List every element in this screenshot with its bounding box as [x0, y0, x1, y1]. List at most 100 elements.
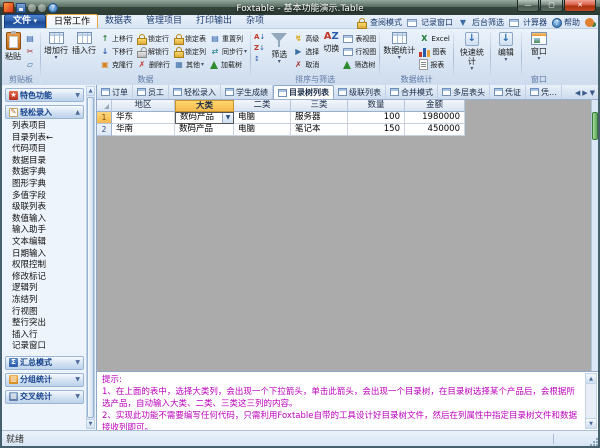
sidebar-item-graphic-dictionary[interactable]: 图形字典: [5, 179, 84, 191]
column-header-region[interactable]: 地区: [112, 100, 175, 112]
people-icon[interactable]: [585, 18, 594, 27]
table-view-button[interactable]: 表视图: [341, 32, 378, 45]
scroll-down-arrow[interactable]: ▼: [586, 418, 596, 428]
scrollbar-thumb[interactable]: [87, 97, 94, 418]
lookup-mode-tool[interactable]: 查阅模式: [357, 17, 402, 28]
insert-row-button[interactable]: 插入行: [70, 30, 98, 74]
scroll-up-arrow[interactable]: ▲: [586, 374, 596, 384]
undo-icon[interactable]: [28, 4, 36, 12]
column-header-category[interactable]: 大类: [175, 100, 234, 112]
lock-row-button[interactable]: 锁定行: [135, 32, 172, 45]
table-tab-voucher-2[interactable]: 凭…: [526, 85, 562, 99]
file-menu-button[interactable]: 文件: [4, 14, 46, 28]
table-tab-multi-header[interactable]: 多层表头: [438, 85, 490, 99]
column-header-quantity[interactable]: 数量: [348, 100, 405, 112]
app-icon[interactable]: [3, 2, 14, 13]
sidebar-item-cascade-list[interactable]: 级联列表: [5, 202, 84, 214]
cell-quantity[interactable]: 150: [348, 124, 405, 136]
column-header-amount[interactable]: 金额: [405, 100, 465, 112]
sidebar-panel-cross-statistics[interactable]: ▦ 交叉统计 ▼: [5, 390, 84, 404]
sidebar-item-freeze-column[interactable]: 冻结列: [5, 295, 84, 307]
sidebar-item-data-dictionary[interactable]: 数据字典: [5, 167, 84, 179]
cell-quantity[interactable]: 100: [348, 112, 405, 124]
select-filter-button[interactable]: ▶选择: [291, 45, 321, 58]
redo-icon[interactable]: [38, 4, 46, 12]
sort-desc-button[interactable]: Z↓: [252, 43, 267, 54]
sidebar-item-row-view[interactable]: 行视图: [5, 307, 84, 319]
column-header-subcategory[interactable]: 二类: [234, 100, 291, 112]
lock-column-button[interactable]: 锁定列: [172, 45, 208, 58]
advanced-filter-button[interactable]: ↯高级: [291, 32, 321, 45]
move-row-up-button[interactable]: ↑上移行: [98, 32, 135, 45]
cell-category[interactable]: 数码产品: [175, 124, 234, 136]
sidebar-scrollbar[interactable]: ▲ ▼: [86, 86, 95, 429]
save-icon[interactable]: [16, 3, 26, 13]
filter-button[interactable]: 筛选: [267, 30, 291, 74]
sidebar-item-input-helper[interactable]: 输入助手: [5, 225, 84, 237]
tab-scroll-left-icon[interactable]: ◀: [575, 89, 580, 97]
custom-sort-button[interactable]: ↕: [252, 54, 267, 65]
cell-region[interactable]: 华南: [112, 124, 175, 136]
clone-row-button[interactable]: ▣克隆行: [98, 58, 135, 71]
report-button[interactable]: 报表: [417, 58, 452, 71]
sidebar-item-permission-control[interactable]: 权限控制: [5, 260, 84, 272]
sidebar-item-data-directory[interactable]: 数据目录: [5, 156, 84, 168]
scroll-up-arrow[interactable]: ▲: [87, 87, 94, 96]
sync-row-button[interactable]: ⇄同步行▾: [208, 45, 249, 58]
sidebar-item-code-project[interactable]: 代码项目: [5, 144, 84, 156]
table-tab-orders[interactable]: 订单: [97, 85, 133, 99]
sidebar-item-directory-list[interactable]: 目录列表←: [5, 133, 84, 145]
tab-list-icon[interactable]: ▼: [590, 89, 595, 97]
cell-third-category[interactable]: 笔记本: [291, 124, 348, 136]
sidebar-item-numeric-input[interactable]: 数值输入: [5, 214, 84, 226]
cancel-filter-button[interactable]: ✗取消: [291, 58, 321, 71]
about-icon[interactable]: ?: [48, 3, 58, 13]
table-tab-voucher[interactable]: 凭证: [490, 85, 526, 99]
column-header-third-category[interactable]: 三类: [291, 100, 348, 112]
cell-third-category[interactable]: 服务器: [291, 112, 348, 124]
other-button[interactable]: ▦其他▾: [172, 58, 208, 71]
toggle-button[interactable]: AZ 切换: [321, 30, 341, 74]
sidebar-panel-easy-entry[interactable]: ✎ 轻松录入 ▲: [5, 105, 84, 119]
cell-amount[interactable]: 1980000: [405, 112, 465, 124]
table-tab-directory-tree-list[interactable]: 目录树列表: [273, 85, 334, 99]
select-all-corner[interactable]: [97, 100, 112, 112]
tab-daily-work[interactable]: 日常工作: [46, 14, 98, 28]
cell-amount[interactable]: 450000: [405, 124, 465, 136]
lock-table-button[interactable]: 锁定表: [172, 32, 208, 45]
table-tab-cascade-list[interactable]: 级联列表: [334, 85, 386, 99]
resize-grip[interactable]: [589, 437, 598, 446]
load-tree-button[interactable]: 加载树: [208, 58, 249, 71]
data-statistics-button[interactable]: 数据统计: [381, 30, 417, 74]
tab-datatable[interactable]: 数据表: [98, 14, 139, 28]
help-tool[interactable]: ?帮助: [552, 17, 580, 28]
quick-statistics-button[interactable]: ↓ 快速统计: [455, 30, 489, 74]
sort-asc-button[interactable]: A↓: [252, 32, 267, 43]
scroll-down-arrow[interactable]: ▼: [87, 419, 94, 428]
cell-subcategory[interactable]: 电脑: [234, 112, 291, 124]
filter-tree-button[interactable]: 筛选树: [341, 58, 378, 71]
move-row-down-button[interactable]: ↓下移行: [98, 45, 135, 58]
cell-subcategory[interactable]: 电脑: [234, 124, 291, 136]
close-button[interactable]: ✕: [564, 0, 596, 12]
sidebar-item-record-window[interactable]: 记录窗口: [5, 341, 84, 353]
row-number[interactable]: 1: [97, 112, 112, 124]
table-tab-student-scores[interactable]: 学生成绩: [221, 85, 273, 99]
background-filter-tool[interactable]: ▼后台筛选: [458, 17, 504, 28]
sidebar-item-date-input[interactable]: 日期输入: [5, 249, 84, 261]
unlock-row-button[interactable]: 解锁行: [135, 45, 172, 58]
sidebar-panel-group-statistics[interactable]: ▥ 分组统计 ▼: [5, 373, 84, 387]
cell-category-dropdown[interactable]: 数码产品▼: [175, 112, 234, 124]
table-tab-employees[interactable]: 员工: [133, 85, 169, 99]
tab-manage-project[interactable]: 管理项目: [139, 14, 189, 28]
sidebar-item-modify-mark[interactable]: 修改标记: [5, 272, 84, 284]
tab-scroll-right-icon[interactable]: ▶: [582, 89, 587, 97]
sidebar-panel-summary-mode[interactable]: Σ 汇总模式 ▼: [5, 356, 84, 370]
add-row-button[interactable]: 增加行: [42, 30, 70, 74]
table-tab-easy-entry[interactable]: 轻松录入: [169, 85, 221, 99]
excel-button[interactable]: XExcel: [417, 32, 452, 45]
dropdown-arrow-icon[interactable]: ▼: [222, 113, 233, 123]
paste-button[interactable]: 粘贴: [3, 30, 23, 74]
minimize-button[interactable]: —: [517, 0, 539, 12]
sidebar-item-logic-column[interactable]: 逻辑列: [5, 283, 84, 295]
